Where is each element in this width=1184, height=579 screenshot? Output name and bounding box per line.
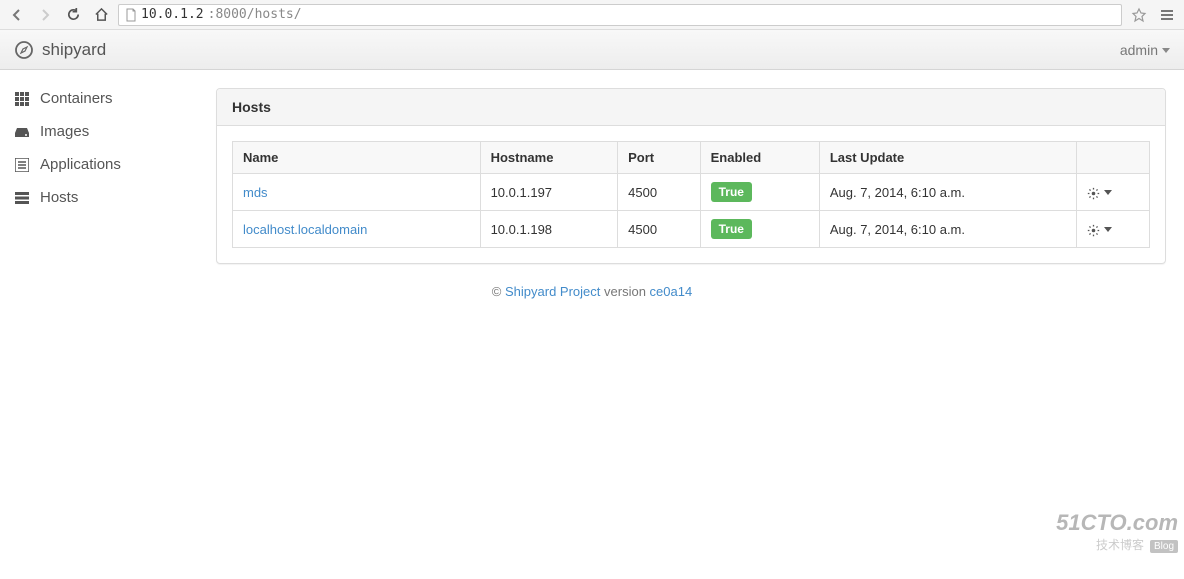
back-button[interactable] bbox=[6, 4, 28, 26]
caret-down-icon bbox=[1104, 185, 1112, 200]
list-icon bbox=[14, 158, 30, 172]
footer: © Shipyard Project version ce0a14 bbox=[0, 264, 1184, 311]
host-port: 4500 bbox=[618, 211, 701, 248]
hosts-table: Name Hostname Port Enabled Last Update m… bbox=[232, 141, 1150, 248]
sidebar-item-label: Images bbox=[40, 123, 89, 140]
watermark-blog: Blog bbox=[1150, 540, 1178, 553]
copyright: © bbox=[492, 284, 502, 299]
host-hostname: 10.0.1.197 bbox=[480, 174, 618, 211]
gear-icon bbox=[1087, 221, 1100, 236]
caret-down-icon bbox=[1104, 222, 1112, 237]
user-label: admin bbox=[1120, 42, 1158, 58]
host-name-link[interactable]: mds bbox=[243, 185, 268, 200]
watermark: 51CTO.com 技术博客 Blog bbox=[1056, 510, 1178, 553]
col-actions bbox=[1076, 142, 1149, 174]
hosts-panel: Hosts Name Hostname Port Enabled Last Up… bbox=[216, 88, 1166, 264]
footer-project-link[interactable]: Shipyard Project bbox=[505, 284, 600, 299]
sidebar-item-label: Containers bbox=[40, 90, 113, 107]
footer-version-link[interactable]: ce0a14 bbox=[650, 284, 693, 299]
sidebar-item-containers[interactable]: Containers bbox=[0, 82, 198, 115]
sidebar-item-hosts[interactable]: Hosts bbox=[0, 181, 198, 214]
row-actions-button[interactable] bbox=[1087, 221, 1112, 236]
version-label: version bbox=[600, 284, 649, 299]
gear-icon bbox=[1087, 184, 1100, 199]
watermark-sub: 技术博客 bbox=[1096, 538, 1144, 552]
sidebar-item-images[interactable]: Images bbox=[0, 115, 198, 148]
app-navbar: shipyard admin bbox=[0, 30, 1184, 70]
sidebar-item-label: Hosts bbox=[40, 189, 78, 206]
col-port[interactable]: Port bbox=[618, 142, 701, 174]
user-menu[interactable]: admin bbox=[1120, 42, 1170, 58]
sidebar-item-applications[interactable]: Applications bbox=[0, 148, 198, 181]
table-row: localhost.localdomain 10.0.1.1984500 True A… bbox=[233, 211, 1150, 248]
host-last-update: Aug. 7, 2014, 6:10 a.m. bbox=[819, 174, 1076, 211]
enabled-badge: True bbox=[711, 219, 752, 239]
caret-down-icon bbox=[1162, 42, 1170, 58]
host-name-link[interactable]: localhost.localdomain bbox=[243, 222, 367, 237]
address-bar[interactable]: 10.0.1.2 :8000/hosts/ bbox=[118, 4, 1122, 26]
brand[interactable]: shipyard bbox=[14, 40, 106, 60]
col-last-update[interactable]: Last Update bbox=[819, 142, 1076, 174]
reload-button[interactable] bbox=[62, 4, 84, 26]
sidebar: Containers Images Applications Hosts bbox=[0, 70, 198, 264]
bookmark-button[interactable] bbox=[1128, 4, 1150, 26]
brand-label: shipyard bbox=[42, 40, 106, 60]
url-host: 10.0.1.2 bbox=[141, 7, 204, 22]
grid-icon bbox=[14, 92, 30, 106]
compass-icon bbox=[14, 40, 34, 60]
col-hostname[interactable]: Hostname bbox=[480, 142, 618, 174]
enabled-badge: True bbox=[711, 182, 752, 202]
col-enabled[interactable]: Enabled bbox=[700, 142, 819, 174]
col-name[interactable]: Name bbox=[233, 142, 481, 174]
watermark-text: 51CTO.com bbox=[1056, 510, 1178, 536]
panel-title: Hosts bbox=[217, 89, 1165, 126]
sidebar-item-label: Applications bbox=[40, 156, 121, 173]
hdd-icon bbox=[14, 126, 30, 138]
browser-menu-button[interactable] bbox=[1156, 4, 1178, 26]
host-port: 4500 bbox=[618, 174, 701, 211]
row-actions-button[interactable] bbox=[1087, 184, 1112, 199]
home-button[interactable] bbox=[90, 4, 112, 26]
host-last-update: Aug. 7, 2014, 6:10 a.m. bbox=[819, 211, 1076, 248]
host-hostname: 10.0.1.198 bbox=[480, 211, 618, 248]
forward-button bbox=[34, 4, 56, 26]
page-icon bbox=[125, 7, 137, 22]
table-row: mds 10.0.1.1974500 True Aug. 7, 2014, 6:10 … bbox=[233, 174, 1150, 211]
browser-toolbar: 10.0.1.2 :8000/hosts/ bbox=[0, 0, 1184, 30]
tasks-icon bbox=[14, 192, 30, 204]
url-path: :8000/hosts/ bbox=[208, 7, 302, 22]
